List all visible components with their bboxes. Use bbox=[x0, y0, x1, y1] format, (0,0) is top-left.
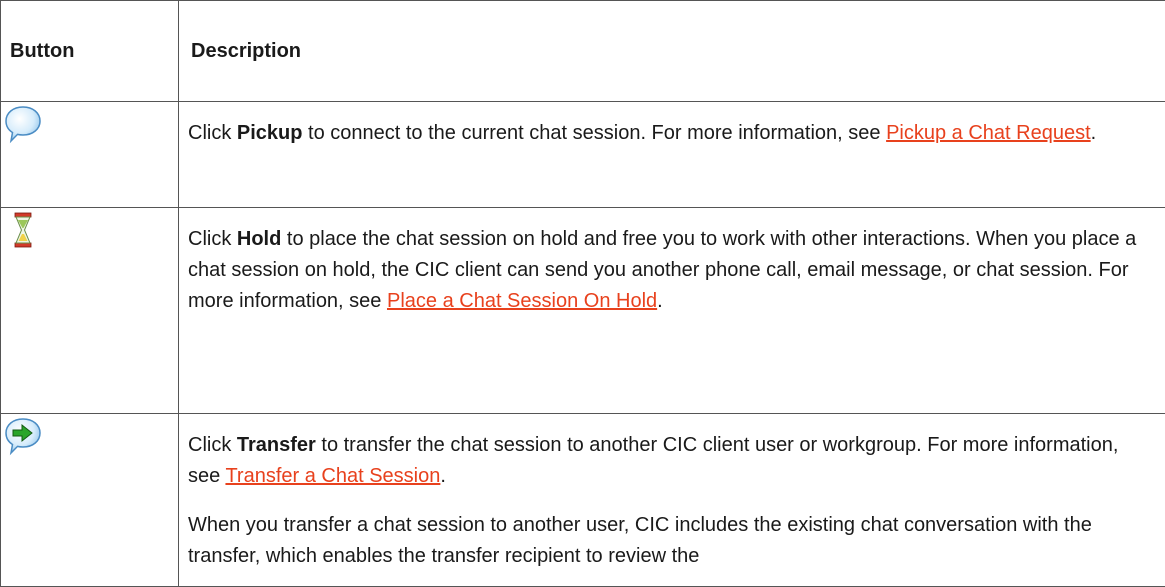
text-segment: . bbox=[1091, 122, 1097, 144]
button-cell bbox=[1, 102, 179, 208]
description-text: Click Pickup to connect to the current c… bbox=[188, 118, 1154, 149]
description-cell: Click Transfer to transfer the chat sess… bbox=[179, 414, 1165, 587]
text-segment: . bbox=[440, 465, 446, 487]
description-text: Click Transfer to transfer the chat sess… bbox=[188, 430, 1154, 492]
transfer-arrow-icon bbox=[3, 416, 43, 456]
link-pickup-chat-request[interactable]: Pickup a Chat Request bbox=[886, 122, 1091, 144]
text-segment: Click bbox=[188, 228, 237, 250]
text-segment: to connect to the current chat session. … bbox=[302, 122, 886, 144]
button-name: Hold bbox=[237, 228, 281, 250]
table-header-row: Button Description bbox=[1, 1, 1165, 102]
chat-bubble-icon bbox=[3, 104, 43, 144]
table-row: Click Transfer to transfer the chat sess… bbox=[1, 414, 1165, 587]
text-segment: Click bbox=[188, 122, 237, 144]
link-transfer-chat-session[interactable]: Transfer a Chat Session bbox=[225, 465, 440, 487]
button-cell bbox=[1, 414, 179, 587]
header-description: Description bbox=[179, 1, 1165, 102]
header-button: Button bbox=[1, 1, 179, 102]
description-cell: Click Pickup to connect to the current c… bbox=[179, 102, 1165, 208]
button-name: Transfer bbox=[237, 434, 316, 456]
hourglass-icon bbox=[3, 210, 43, 250]
table-row: Click Hold to place the chat session on … bbox=[1, 208, 1165, 414]
button-description-table: Button Description bbox=[0, 0, 1165, 587]
link-place-chat-on-hold[interactable]: Place a Chat Session On Hold bbox=[387, 290, 657, 312]
description-note: When you transfer a chat session to anot… bbox=[188, 510, 1154, 572]
button-cell bbox=[1, 208, 179, 414]
description-text: Click Hold to place the chat session on … bbox=[188, 224, 1154, 317]
table-row: Click Pickup to connect to the current c… bbox=[1, 102, 1165, 208]
text-segment: . bbox=[657, 290, 663, 312]
button-name: Pickup bbox=[237, 122, 303, 144]
description-cell: Click Hold to place the chat session on … bbox=[179, 208, 1165, 414]
text-segment: Click bbox=[188, 434, 237, 456]
